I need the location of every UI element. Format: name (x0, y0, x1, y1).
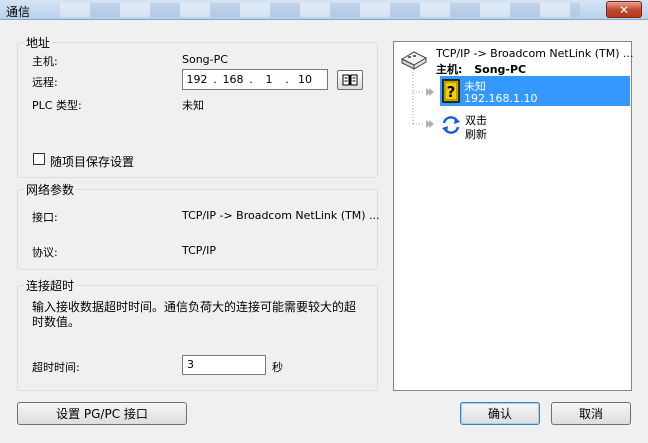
svg-text:?: ? (447, 83, 456, 101)
ip-dot: . (249, 73, 253, 86)
ok-button[interactable]: 确认 (460, 402, 540, 425)
timeout-unit: 秒 (272, 361, 283, 374)
address-book-button[interactable] (337, 70, 363, 90)
remote-ip-input[interactable]: 192 . 168 . 1 . 10 (182, 69, 328, 90)
timeout-label: 超时时间: (32, 361, 80, 374)
unknown-device-ip: 192.168.1.10 (464, 92, 538, 105)
device-tree[interactable]: TCP/IP -> Broadcom NetLink (TM) ... 主机: … (393, 41, 634, 391)
ip-octet-4[interactable]: 10 (291, 73, 319, 86)
timeout-description-line1: 输入接收数据超时时间。通信负荷大的连接可能需要较大的超 (32, 300, 357, 314)
close-button[interactable]: ✕ (606, 1, 642, 18)
interface-value: TCP/IP -> Broadcom NetLink (TM) ... (182, 209, 380, 222)
unknown-device-icon: ? (442, 79, 460, 103)
interface-label: 接口: (32, 211, 58, 224)
host-label: 主机: (32, 55, 58, 68)
ip-octet-3[interactable]: 1 (255, 73, 283, 86)
address-group-legend: 地址 (26, 36, 51, 50)
save-with-project-checkbox[interactable] (33, 153, 45, 165)
timeout-input[interactable]: 3 (182, 355, 266, 375)
tree-root-label[interactable]: TCP/IP -> Broadcom NetLink (TM) ... (436, 47, 634, 60)
cancel-button[interactable]: 取消 (551, 402, 631, 425)
setup-pgpc-interface-button[interactable]: 设置 PG/PC 接口 (17, 402, 187, 425)
tree-item-unknown-device[interactable]: ? 未知 192.168.1.10 (440, 76, 630, 106)
connection-timeout-legend: 连接超时 (26, 279, 75, 293)
title-bar-background (60, 3, 580, 17)
plc-type-label: PLC 类型: (32, 99, 82, 112)
refresh-icon (442, 116, 460, 134)
window-title: 通信 (6, 5, 31, 19)
ip-octet-2[interactable]: 168 (219, 73, 247, 86)
ip-dot: . (285, 73, 289, 86)
communication-dialog: 通信 ✕ 地址 主机: Song-PC 远程: 192 . 168 . 1 . … (0, 0, 648, 443)
save-with-project-label[interactable]: 随项目保存设置 (50, 153, 134, 170)
title-bar[interactable]: 通信 ✕ (0, 0, 648, 20)
network-params-legend: 网络参数 (26, 183, 75, 197)
timeout-description-line2: 时数值。 (32, 315, 81, 329)
host-value: Song-PC (182, 53, 228, 66)
plc-type-value: 未知 (182, 99, 204, 112)
protocol-value: TCP/IP (182, 244, 216, 257)
address-book-icon (342, 74, 358, 86)
close-icon: ✕ (618, 2, 630, 17)
tree-host-name: Song-PC (474, 63, 527, 76)
refresh-label-line2[interactable]: 刷新 (465, 126, 487, 142)
protocol-label: 协议: (32, 246, 58, 259)
remote-label: 远程: (32, 76, 58, 89)
ip-dot: . (213, 73, 217, 86)
ip-octet-1[interactable]: 192 (183, 73, 211, 86)
